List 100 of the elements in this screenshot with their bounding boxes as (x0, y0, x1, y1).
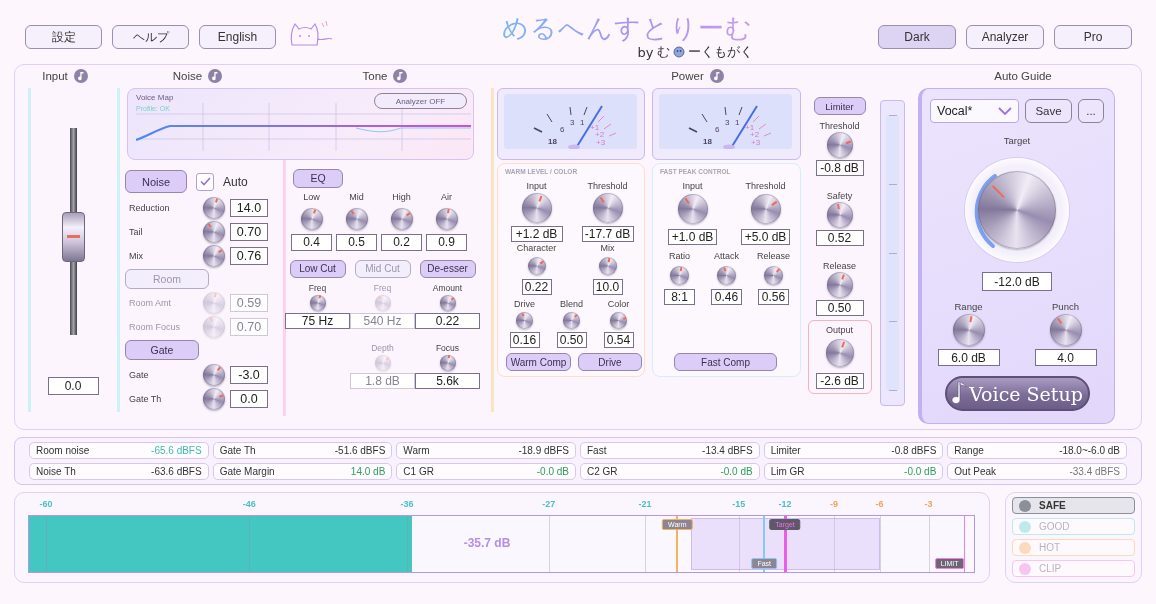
knob[interactable] (826, 132, 853, 158)
param-label: Target (1003, 135, 1031, 146)
scale-label: -46 (242, 499, 256, 509)
toggle-button[interactable]: Gate (125, 340, 199, 360)
value-field[interactable]: 0.5 (336, 233, 377, 251)
value-field[interactable]: +1.0 dB (668, 229, 717, 245)
chevron-down-icon (998, 107, 1012, 115)
knob[interactable] (203, 197, 225, 219)
readout-label: C2 GR (587, 466, 618, 477)
value-field[interactable]: -12.0 dB (982, 272, 1052, 291)
value-field[interactable]: 1.8 dB (350, 372, 415, 389)
knob[interactable] (952, 314, 985, 346)
toolbar-button[interactable]: 設定 (25, 25, 102, 49)
legend-item[interactable]: SAFE (1012, 497, 1135, 514)
toolbar-button[interactable]: English (199, 25, 276, 49)
knob[interactable] (439, 294, 456, 311)
value-field[interactable]: -2.6 dB (815, 373, 864, 389)
toggle-button[interactable]: Drive (578, 353, 642, 371)
toolbar-button[interactable]: ヘルプ (112, 25, 189, 49)
value-field[interactable]: 0.59 (230, 294, 268, 312)
scale-label: +2 (595, 130, 605, 139)
knob[interactable] (527, 257, 546, 275)
knob[interactable] (345, 207, 368, 230)
preset-dropdown[interactable]: Vocal* (930, 99, 1019, 123)
toggle-button[interactable]: Warm Comp (506, 353, 571, 371)
fader-thumb[interactable] (61, 212, 85, 263)
knob[interactable] (717, 266, 736, 285)
meter-reading: -35.7 dB (463, 536, 511, 550)
knob[interactable] (677, 194, 708, 224)
param-label: Focus (435, 342, 460, 353)
knob[interactable] (390, 207, 413, 230)
value-field[interactable]: -0.8 dB (815, 160, 864, 176)
checkbox[interactable] (196, 172, 214, 191)
value-field[interactable]: 540 Hz (350, 312, 415, 329)
scale-label: 18 (548, 137, 557, 146)
value-field[interactable]: 0.0 (230, 390, 268, 408)
knob[interactable] (516, 312, 533, 329)
value-field[interactable]: 0.56 (758, 289, 789, 305)
knob[interactable] (563, 312, 580, 329)
scale-label: +1 (590, 123, 600, 132)
toggle-button[interactable]: Fast Comp (674, 353, 777, 371)
value-field[interactable]: 8:1 (664, 289, 695, 305)
value-field[interactable]: 5.6k (415, 372, 480, 389)
value-field[interactable]: -17.7 dB (581, 226, 634, 242)
knob[interactable] (826, 272, 853, 298)
knob[interactable] (300, 207, 323, 230)
value-field[interactable]: 0.52 (815, 230, 864, 246)
value-field[interactable]: 0.54 (603, 332, 634, 348)
value-field[interactable]: 0.4 (291, 233, 332, 251)
voice-setup-button[interactable]: Voice Setup (944, 376, 1090, 411)
value-field[interactable]: 14.0 (230, 199, 268, 217)
value-field[interactable]: 0.22 (521, 279, 552, 295)
value-field[interactable]: 0.9 (426, 233, 467, 251)
param-label: Mix (600, 243, 615, 253)
value-field[interactable]: 0.2 (381, 233, 422, 251)
knob[interactable] (435, 207, 458, 230)
knob[interactable] (203, 221, 225, 243)
toggle-button[interactable]: Noise (125, 170, 187, 193)
knob[interactable] (203, 245, 225, 267)
value-field[interactable]: 0.22 (415, 312, 480, 329)
knob[interactable] (826, 202, 853, 228)
value-field[interactable]: 0.76 (230, 247, 268, 265)
toggle-button[interactable]: Limiter (813, 97, 866, 115)
value-field[interactable]: 0.50 (556, 332, 587, 348)
knob[interactable] (592, 193, 623, 223)
value-field[interactable]: +1.2 dB (510, 226, 563, 242)
toggle-button[interactable]: EQ (293, 168, 343, 188)
knob[interactable] (750, 194, 781, 224)
knob[interactable] (610, 312, 627, 329)
knob[interactable] (439, 354, 456, 371)
toggle-button[interactable]: De-esser (419, 259, 476, 278)
knob[interactable] (825, 339, 854, 367)
toolbar-button[interactable]: Pro (1054, 25, 1132, 49)
knob[interactable] (670, 266, 689, 285)
param-label: Color (607, 299, 630, 309)
value-field[interactable]: +5.0 dB (741, 229, 790, 245)
save-button[interactable]: Save (1025, 99, 1072, 123)
value-field[interactable]: 6.0 dB (937, 349, 1000, 366)
analyzer-button[interactable]: Analyzer OFF (374, 93, 467, 109)
toggle-button[interactable]: Low Cut (289, 259, 346, 278)
value-field[interactable]: 0.0 (47, 377, 99, 395)
knob[interactable] (764, 266, 783, 285)
knob[interactable] (203, 364, 225, 386)
value-field[interactable]: 75 Hz (285, 312, 350, 329)
value-field[interactable]: 0.70 (230, 318, 268, 336)
value-field[interactable]: 10.0 (592, 279, 623, 295)
knob[interactable] (1049, 314, 1082, 346)
value-field[interactable]: 0.50 (815, 300, 864, 316)
knob[interactable] (598, 257, 617, 275)
value-field[interactable]: 0.16 (509, 332, 540, 348)
knob[interactable] (203, 388, 225, 410)
value-field[interactable]: 0.70 (230, 223, 268, 241)
knob[interactable] (309, 294, 326, 311)
value-field[interactable]: -3.0 (230, 366, 268, 384)
more-button[interactable]: ... (1078, 99, 1104, 123)
value-field[interactable]: 0.46 (711, 289, 742, 305)
toolbar-button[interactable]: Analyzer (966, 25, 1044, 49)
value-field[interactable]: 4.0 (1034, 349, 1097, 366)
toolbar-button[interactable]: Dark (878, 25, 956, 49)
knob[interactable] (521, 193, 552, 223)
